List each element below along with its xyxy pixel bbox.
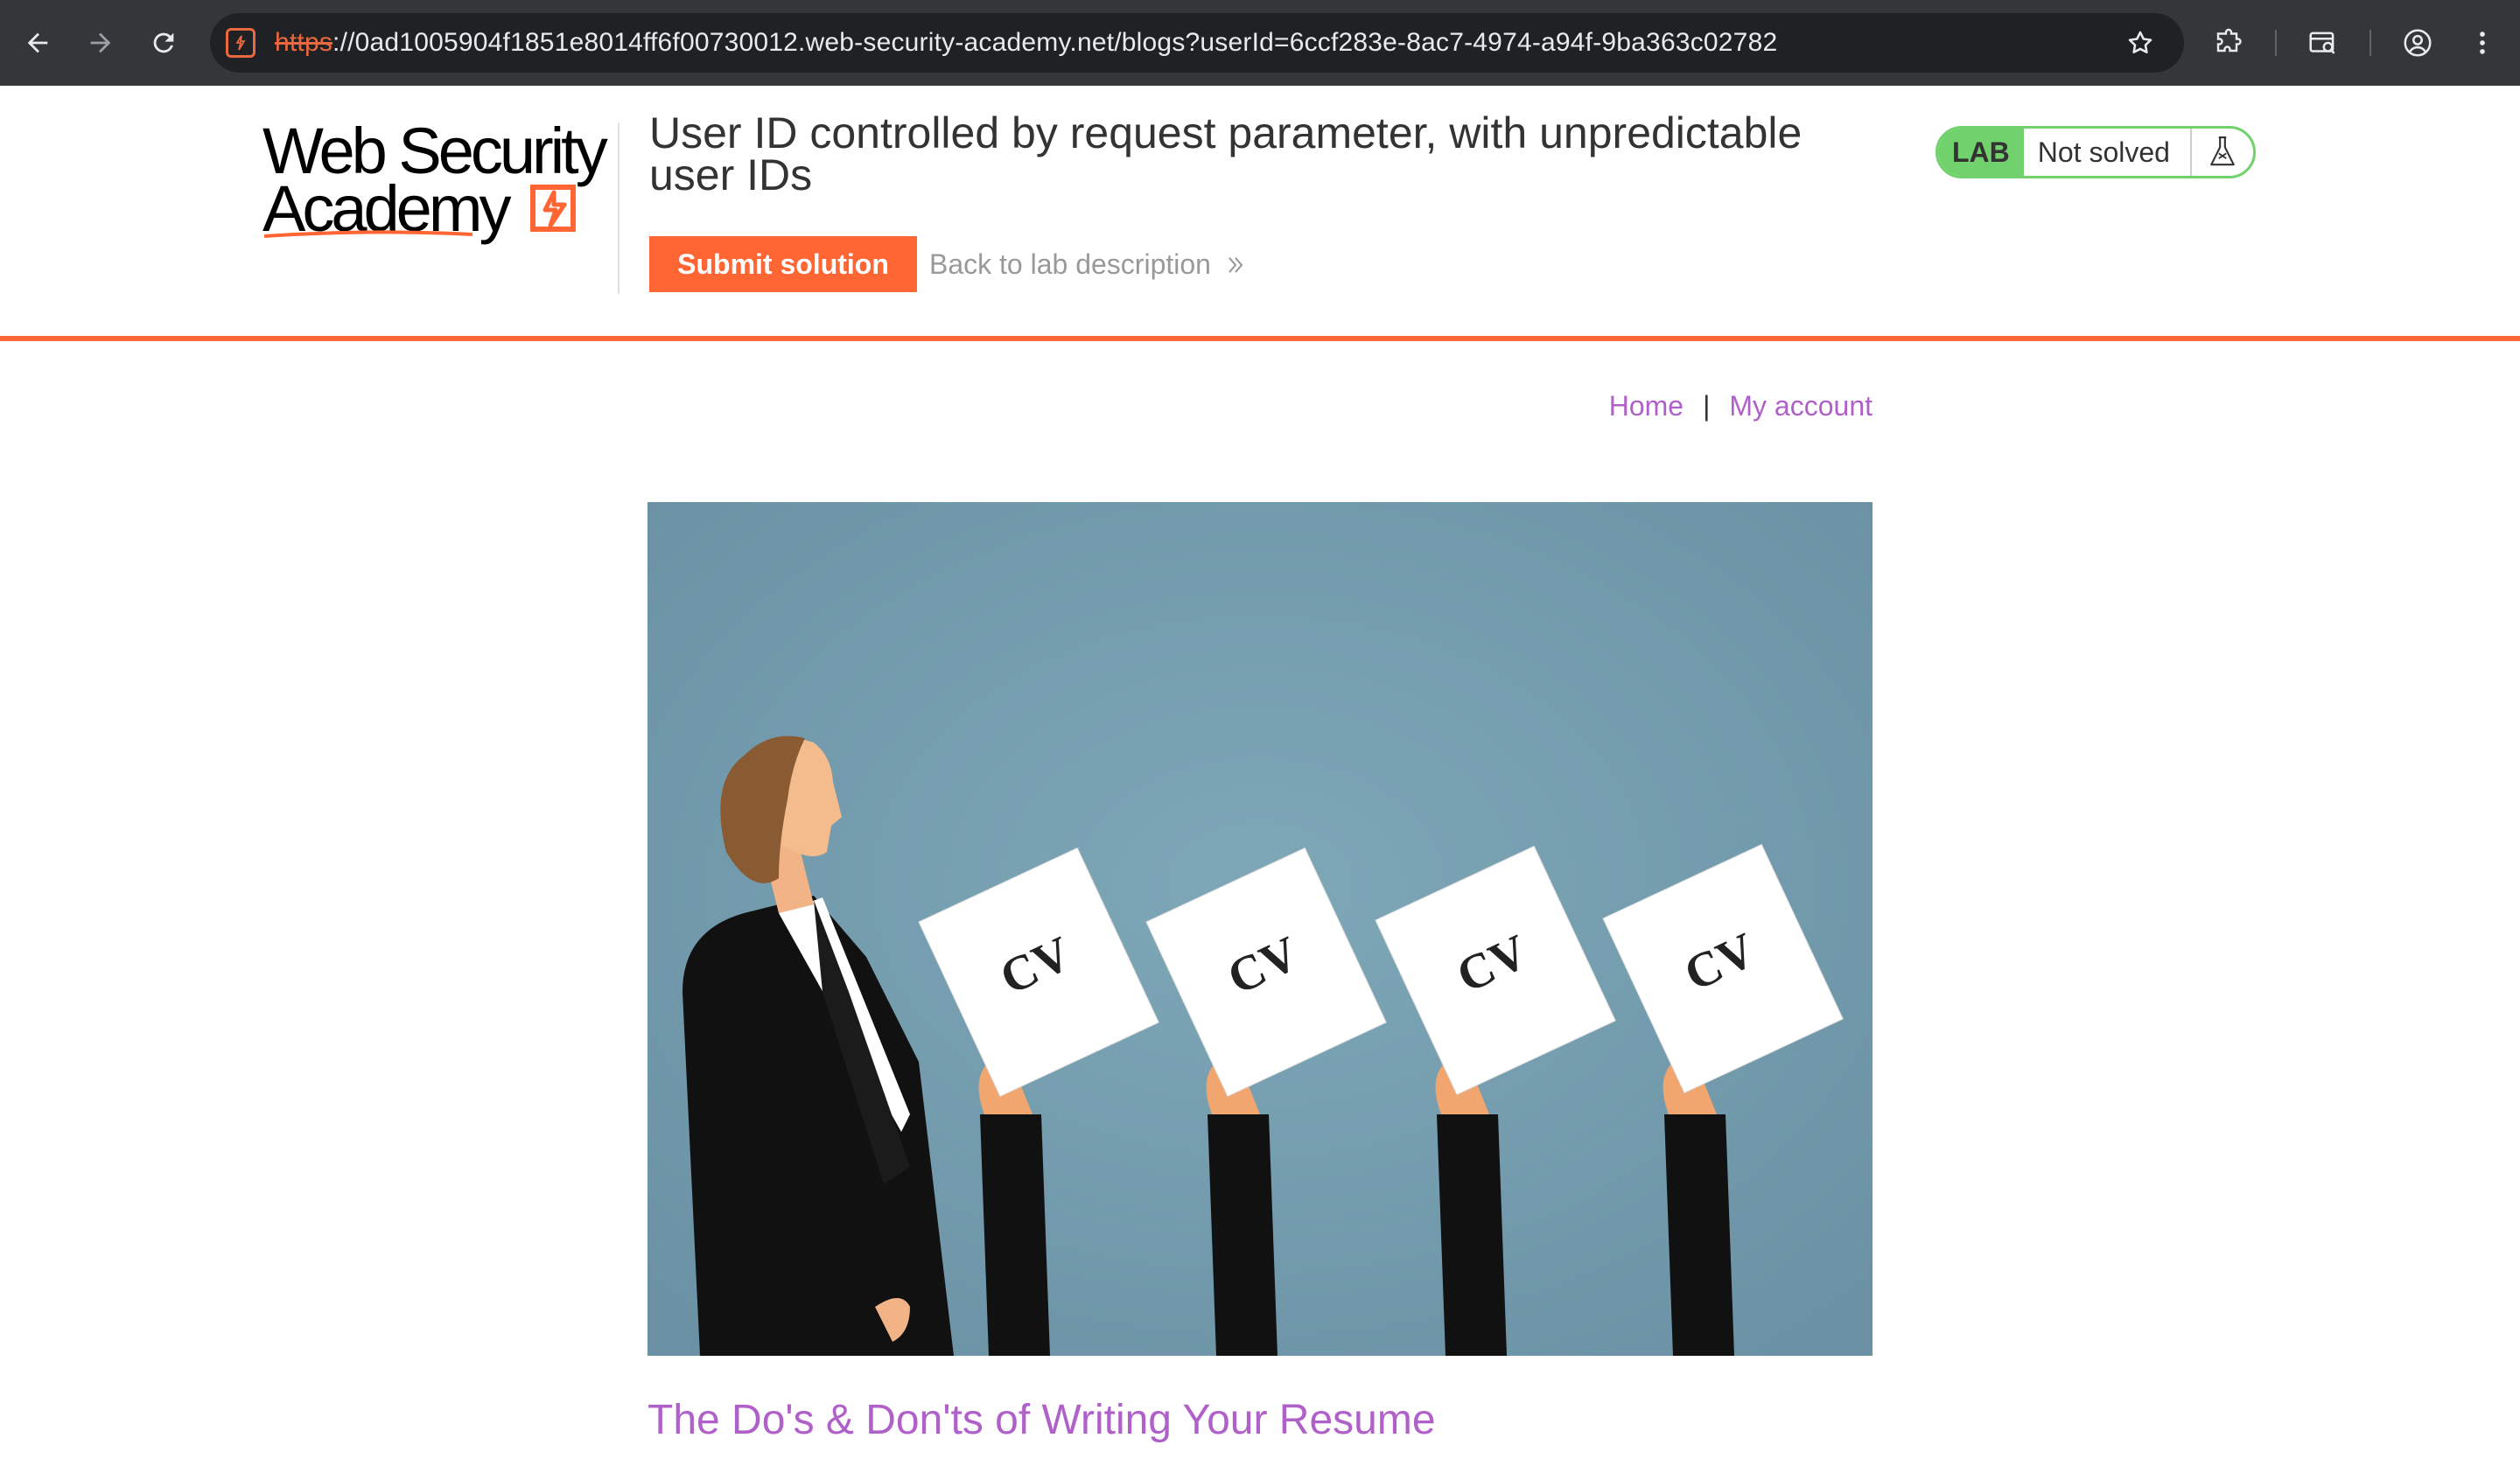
lab-label: LAB (1938, 129, 2024, 176)
hero-illustration: CV CV CV CV (648, 502, 1872, 1356)
url-scheme: https (275, 28, 333, 57)
url-rest: ://0ad1005904f1851e8014ff6f00730012.web-… (332, 28, 1778, 57)
bookmark-star-icon[interactable] (2121, 24, 2160, 62)
reload-icon (153, 32, 174, 53)
site-info-icon[interactable] (226, 28, 256, 58)
extensions-icon[interactable] (2207, 21, 2250, 65)
menu-kebab-icon[interactable] (2460, 21, 2504, 65)
header-divider (618, 122, 620, 294)
arrow-left-icon (27, 32, 48, 53)
address-bar[interactable]: https://0ad1005904f1851e8014ff6f00730012… (210, 13, 2184, 73)
flask-icon (2190, 129, 2253, 176)
lab-status-text: Not solved (2037, 136, 2170, 168)
my-account-link[interactable]: My account (1729, 390, 1872, 422)
home-link[interactable]: Home (1609, 390, 1684, 422)
blog-post-title-link[interactable]: The Do's & Don'ts of Writing Your Resume (648, 1396, 1436, 1444)
profile-icon[interactable] (2396, 21, 2440, 65)
top-nav: Home | My account (1609, 390, 1872, 422)
url-text[interactable]: https://0ad1005904f1851e8014ff6f00730012… (275, 28, 1777, 58)
lab-status-badge: LAB Not solved (1936, 126, 2256, 178)
tab-search-icon[interactable] (2301, 21, 2345, 65)
back-button[interactable] (14, 19, 61, 66)
browser-toolbar: https://0ad1005904f1851e8014ff6f00730012… (0, 0, 2520, 86)
toolbar-divider (2370, 30, 2371, 56)
reload-button[interactable] (140, 19, 187, 66)
toolbar-divider (2275, 30, 2277, 56)
forward-button[interactable] (77, 19, 124, 66)
logo-underline (263, 230, 473, 238)
submit-solution-button[interactable]: Submit solution (649, 236, 917, 292)
web-security-academy-logo[interactable]: Web Security Academy (262, 119, 608, 241)
blog-post-image[interactable]: CV CV CV CV (648, 502, 1872, 1356)
double-chevron-right-icon (1228, 256, 1243, 273)
back-to-lab-description-link[interactable]: Back to lab description (929, 248, 1248, 281)
logo-bolt-icon (530, 185, 577, 232)
back-link-label: Back to lab description (929, 248, 1211, 280)
nav-separator: | (1703, 390, 1711, 422)
lab-title: User ID controlled by request parameter,… (649, 108, 1802, 199)
arrow-right-icon (90, 32, 111, 53)
